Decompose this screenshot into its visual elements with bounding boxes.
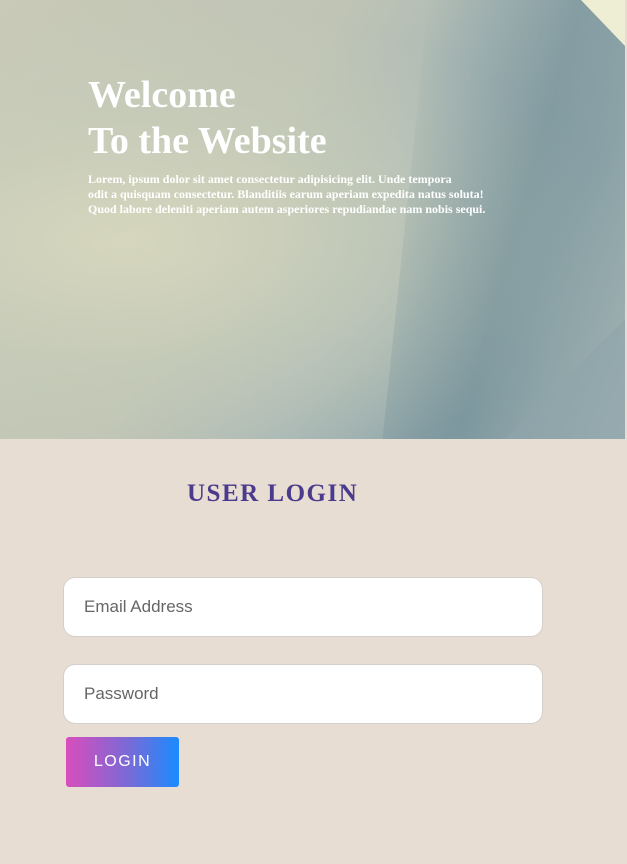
hero-title: Welcome To the Website [88, 72, 508, 164]
password-input[interactable] [63, 664, 543, 724]
hero-title-line-2: To the Website [88, 120, 327, 162]
email-input[interactable] [63, 577, 543, 637]
hero-background-corner [581, 0, 625, 46]
hero-text: Welcome To the Website Lorem, ipsum dolo… [88, 72, 508, 217]
hero-description-line-2: odit a quisquam consectetur. Blanditiis … [88, 187, 484, 201]
hero-description-line-3: Quod labore deleniti aperiam autem asper… [88, 202, 486, 216]
login-button[interactable]: LOGIN [66, 737, 179, 787]
hero-banner: Welcome To the Website Lorem, ipsum dolo… [0, 0, 625, 439]
hero-description-line-1: Lorem, ipsum dolor sit amet consectetur … [88, 172, 452, 186]
hero-background-bottom-fold [505, 319, 625, 439]
hero-description: Lorem, ipsum dolor sit amet consectetur … [88, 172, 508, 217]
login-title: USER LOGIN [187, 480, 359, 507]
hero-title-line-1: Welcome [88, 74, 236, 116]
